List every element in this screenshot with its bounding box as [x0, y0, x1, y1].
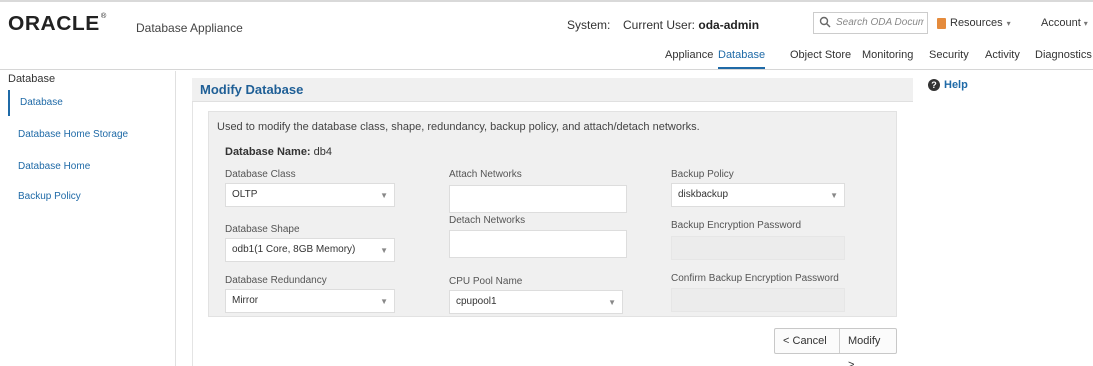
confirm-backup-encryption-password-input[interactable] — [671, 288, 845, 312]
chevron-down-icon: ▾ — [1083, 18, 1088, 28]
chevron-down-icon: ▾ — [1006, 18, 1011, 28]
detach-networks-input[interactable] — [449, 230, 627, 258]
tab-diagnostics[interactable]: Diagnostics — [1035, 49, 1092, 69]
detach-networks-label: Detach Networks — [449, 215, 526, 226]
database-name: Database Name: db4 — [225, 146, 333, 158]
page-header: Modify Database — [192, 78, 913, 102]
top-header: ORACLE® Database Appliance System: Curre… — [0, 0, 1093, 70]
help-link[interactable]: ? Help — [928, 79, 968, 91]
current-user: Current User: oda-admin — [623, 18, 760, 32]
help-icon: ? — [928, 79, 940, 91]
sidebar-item-database[interactable]: Database — [8, 90, 168, 116]
database-name-value: db4 — [313, 146, 333, 158]
modify-button[interactable]: Modify > — [840, 329, 896, 366]
chevron-down-icon: ▼ — [380, 246, 388, 255]
tab-object-store[interactable]: Object Store — [790, 49, 851, 69]
backup-policy-label: Backup Policy — [671, 169, 734, 180]
search-placeholder: Search ODA Documentation for... — [836, 17, 924, 28]
sidebar-item-database-home[interactable]: Database Home — [8, 154, 168, 180]
page-title: Modify Database — [200, 82, 304, 97]
chevron-down-icon: ▼ — [608, 298, 616, 307]
database-shape-select[interactable]: odb1(1 Core, 8GB Memory) ▼ — [225, 238, 395, 262]
tab-database[interactable]: Database — [718, 49, 766, 69]
book-icon — [937, 17, 946, 29]
database-class-label: Database Class — [225, 169, 296, 180]
button-group: < Cancel Modify > — [774, 328, 897, 366]
search-input[interactable]: Search ODA Documentation for... — [813, 12, 928, 34]
chevron-left-icon: < — [783, 335, 790, 347]
search-icon — [819, 16, 831, 28]
backup-encryption-password-input[interactable] — [671, 236, 845, 260]
resources-menu[interactable]: Resources ▾ — [937, 17, 1011, 29]
divider — [192, 102, 193, 366]
attach-networks-input[interactable] — [449, 185, 627, 213]
current-user-name: oda-admin — [698, 18, 760, 32]
cpu-pool-label: CPU Pool Name — [449, 276, 523, 287]
modify-database-form: Used to modify the database class, shape… — [208, 111, 897, 317]
chevron-down-icon: ▼ — [380, 191, 388, 200]
chevron-down-icon: ▼ — [830, 191, 838, 200]
sidebar-item-backup-policy[interactable]: Backup Policy — [8, 184, 168, 210]
app-name: Database Appliance — [136, 21, 243, 35]
tab-activity[interactable]: Activity — [985, 49, 1020, 69]
tab-appliance[interactable]: Appliance — [665, 49, 713, 69]
database-class-select[interactable]: OLTP ▼ — [225, 183, 395, 207]
backup-encryption-password-label: Backup Encryption Password — [671, 220, 802, 231]
account-menu[interactable]: Account ▾ — [1041, 17, 1088, 29]
system-label: System: — [567, 18, 611, 32]
sidebar: Database Database Database Home Storage … — [0, 71, 176, 366]
oracle-logo: ORACLE® — [8, 13, 107, 35]
attach-networks-label: Attach Networks — [449, 169, 522, 180]
cpu-pool-select[interactable]: cpupool1 ▼ — [449, 290, 623, 314]
chevron-down-icon: ▼ — [380, 297, 388, 306]
main-content: Modify Database Used to modify the datab… — [192, 78, 913, 366]
tab-monitoring[interactable]: Monitoring — [862, 49, 913, 69]
chevron-right-icon: > — [848, 359, 855, 366]
confirm-backup-encryption-password-label: Confirm Backup Encryption Password — [671, 273, 839, 284]
tab-security[interactable]: Security — [929, 49, 969, 69]
form-description: Used to modify the database class, shape… — [217, 121, 700, 133]
database-redundancy-select[interactable]: Mirror ▼ — [225, 289, 395, 313]
sidebar-item-database-home-storage[interactable]: Database Home Storage — [8, 122, 168, 148]
database-redundancy-label: Database Redundancy — [225, 275, 327, 286]
database-shape-label: Database Shape — [225, 224, 300, 235]
backup-policy-select[interactable]: diskbackup ▼ — [671, 183, 845, 207]
sidebar-title: Database — [8, 73, 56, 85]
cancel-button[interactable]: < Cancel — [775, 329, 840, 353]
